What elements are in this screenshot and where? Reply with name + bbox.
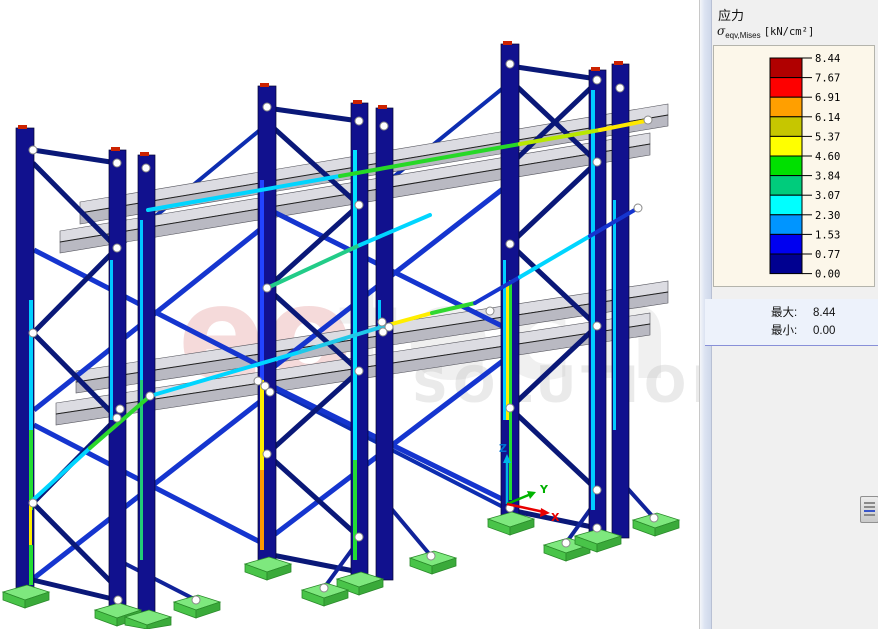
column — [109, 147, 126, 606]
svg-text:0.77: 0.77 — [815, 249, 840, 261]
color-scale-legend: 8.44 7.67 6.91 6.14 5.37 4.60 3.84 3.07 … — [713, 45, 875, 287]
svg-text:2.30: 2.30 — [815, 210, 840, 222]
svg-text:3.07: 3.07 — [815, 190, 840, 202]
result-quantity-label: σeqv,Mises [kN/cm²] — [717, 24, 814, 40]
list-icon — [864, 502, 875, 504]
column — [138, 152, 155, 613]
svg-text:3.84: 3.84 — [815, 171, 840, 183]
svg-text:0.00: 0.00 — [815, 269, 840, 281]
results-panel: 应力 σeqv,Mises [kN/cm²] — [712, 0, 878, 629]
min-value-row: 最小: 0.00 — [705, 322, 878, 340]
axis-x-label: X — [551, 511, 560, 524]
max-label: 最大: — [771, 304, 807, 322]
svg-text:6.14: 6.14 — [815, 112, 840, 124]
svg-text:5.37: 5.37 — [815, 131, 840, 143]
panel-title: 应力 — [718, 5, 744, 24]
column — [376, 105, 393, 580]
color-scale-bar — [770, 58, 802, 274]
legend-ticks — [802, 58, 812, 274]
column — [589, 67, 606, 532]
legend-values: 8.44 7.67 6.91 6.14 5.37 4.60 3.84 3.07 … — [815, 53, 840, 281]
base-plate — [245, 557, 291, 580]
column — [612, 61, 629, 538]
column — [16, 125, 34, 588]
max-value-row: 最大: 8.44 — [705, 304, 878, 322]
axis-z-label: Z — [499, 442, 507, 455]
fea-structure-render: eo tecn SOLUTIONS — [0, 0, 699, 629]
column — [258, 83, 276, 560]
min-value: 0.00 — [813, 322, 835, 340]
min-label: 最小: — [771, 322, 807, 340]
model-viewport[interactable]: eo tecn SOLUTIONS — [0, 0, 699, 629]
axis-y-label: Y — [539, 483, 549, 496]
application-window: eo tecn SOLUTIONS — [0, 0, 878, 629]
svg-text:8.44: 8.44 — [815, 53, 840, 65]
base-plate — [3, 585, 49, 608]
svg-text:1.53: 1.53 — [815, 229, 840, 241]
panel-options-button[interactable] — [860, 496, 878, 523]
svg-text:7.67: 7.67 — [815, 73, 840, 85]
svg-text:4.60: 4.60 — [815, 151, 840, 163]
svg-text:6.91: 6.91 — [815, 92, 840, 104]
max-value: 8.44 — [813, 304, 835, 322]
extreme-values-box: 最大: 8.44 最小: 0.00 — [705, 299, 878, 346]
